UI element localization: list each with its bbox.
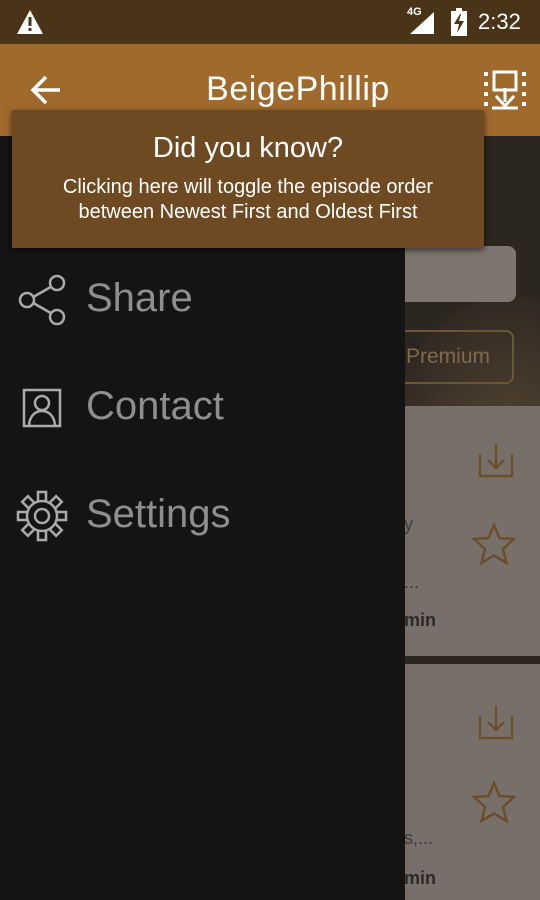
drawer-item-share[interactable]: Share <box>0 260 405 340</box>
battery-charging-icon <box>451 8 467 36</box>
episode-desc-fragment: ... <box>404 572 420 592</box>
drawer-item-label: Settings <box>86 492 231 536</box>
episode-title-fragment: y <box>404 514 413 534</box>
order-toggle-icon[interactable] <box>482 68 528 112</box>
star-icon <box>472 522 516 566</box>
episode-duration-fragment: min <box>404 868 437 888</box>
signal-icon <box>410 12 434 34</box>
contact-icon <box>22 388 62 428</box>
tooltip-title: Did you know? <box>152 132 344 164</box>
download-icon <box>478 706 514 740</box>
warning-icon <box>17 10 43 34</box>
drawer-item-contact[interactable]: Contact <box>0 368 405 448</box>
download-icon <box>478 444 514 478</box>
share-icon <box>18 274 66 326</box>
episode-desc-fragment: s,... <box>404 828 434 848</box>
settings-icon <box>16 490 68 542</box>
drawer-item-label: Contact <box>86 384 224 428</box>
did-you-know-tooltip[interactable]: Did you know? Clicking here will toggle … <box>12 110 484 248</box>
premium-label: Premium <box>406 345 491 368</box>
episode-duration-fragment: min <box>404 610 437 630</box>
drawer-item-label: Share <box>86 276 193 320</box>
status-time: 2:32 <box>478 9 521 34</box>
star-icon <box>472 780 516 824</box>
status-bar: 4G 2:32 <box>0 0 540 44</box>
navigation-drawer: Share Contact Settings <box>0 136 405 900</box>
tooltip-body: Clicking here will toggle the episode or… <box>62 176 434 223</box>
drawer-item-settings[interactable]: Settings <box>0 476 405 556</box>
toolbar-title: BeigePhillip <box>206 70 390 108</box>
